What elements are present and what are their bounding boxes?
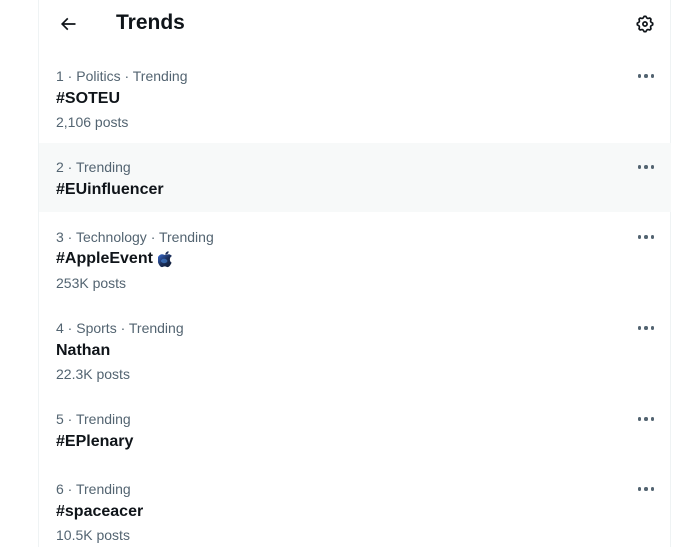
trend-name: #EPlenary (56, 433, 134, 450)
more-horizontal-icon (637, 74, 642, 78)
trend-name: #SOTEU (56, 90, 121, 107)
more-options-button[interactable] (633, 319, 659, 337)
more-options-button[interactable] (633, 67, 659, 85)
more-horizontal-icon (637, 235, 642, 239)
trend-item[interactable]: 5 · Trending #EPlenary (39, 395, 671, 464)
settings-button[interactable] (629, 8, 661, 40)
page-header: Trends (39, 0, 672, 52)
trend-item[interactable]: 4 · Sports · Trending Nathan 22.3K posts (39, 304, 671, 394)
trend-context: 4 · Sports · Trending (56, 320, 184, 336)
more-horizontal-icon (637, 326, 642, 330)
trend-context: 3 · Technology · Trending (56, 229, 214, 245)
more-horizontal-icon (637, 417, 642, 421)
trends-column: Trends 1 · Politics · Trending #SOTEU 2,… (38, 0, 671, 547)
trend-item[interactable]: 6 · Trending #spaceacer 10.5K posts (39, 465, 671, 547)
trend-post-count: 2,106 posts (56, 114, 129, 130)
trend-name: #EUinfluencer (56, 181, 164, 198)
trend-name: #AppleEvent (56, 250, 153, 267)
trend-context: 5 · Trending (56, 411, 131, 427)
trend-item[interactable]: 2 · Trending #EUinfluencer (39, 143, 671, 212)
trend-name: Nathan (56, 342, 111, 359)
more-horizontal-icon (637, 487, 642, 491)
more-options-button[interactable] (633, 158, 659, 176)
arrow-left-icon (60, 17, 76, 31)
more-horizontal-icon (637, 165, 642, 169)
trend-name: #spaceacer (56, 503, 144, 520)
apple-event-icon (157, 251, 172, 268)
more-options-button[interactable] (633, 410, 659, 428)
trend-post-count: 10.5K posts (56, 527, 130, 543)
trend-context: 1 · Politics · Trending (56, 68, 188, 84)
gear-icon (636, 15, 654, 33)
more-options-button[interactable] (633, 228, 659, 246)
trend-post-count: 253K posts (56, 275, 127, 291)
trend-post-count: 22.3K posts (56, 366, 130, 382)
trend-name-row: #AppleEvent (56, 249, 174, 269)
page-title: Trends (116, 11, 185, 34)
back-button[interactable] (52, 8, 84, 40)
trend-context: 6 · Trending (56, 481, 131, 497)
trend-item[interactable]: 3 · Technology · Trending #AppleEvent 25… (39, 213, 671, 303)
more-options-button[interactable] (633, 480, 659, 498)
trend-context: 2 · Trending (56, 159, 131, 175)
trend-item[interactable]: 1 · Politics · Trending #SOTEU 2,106 pos… (39, 52, 671, 142)
